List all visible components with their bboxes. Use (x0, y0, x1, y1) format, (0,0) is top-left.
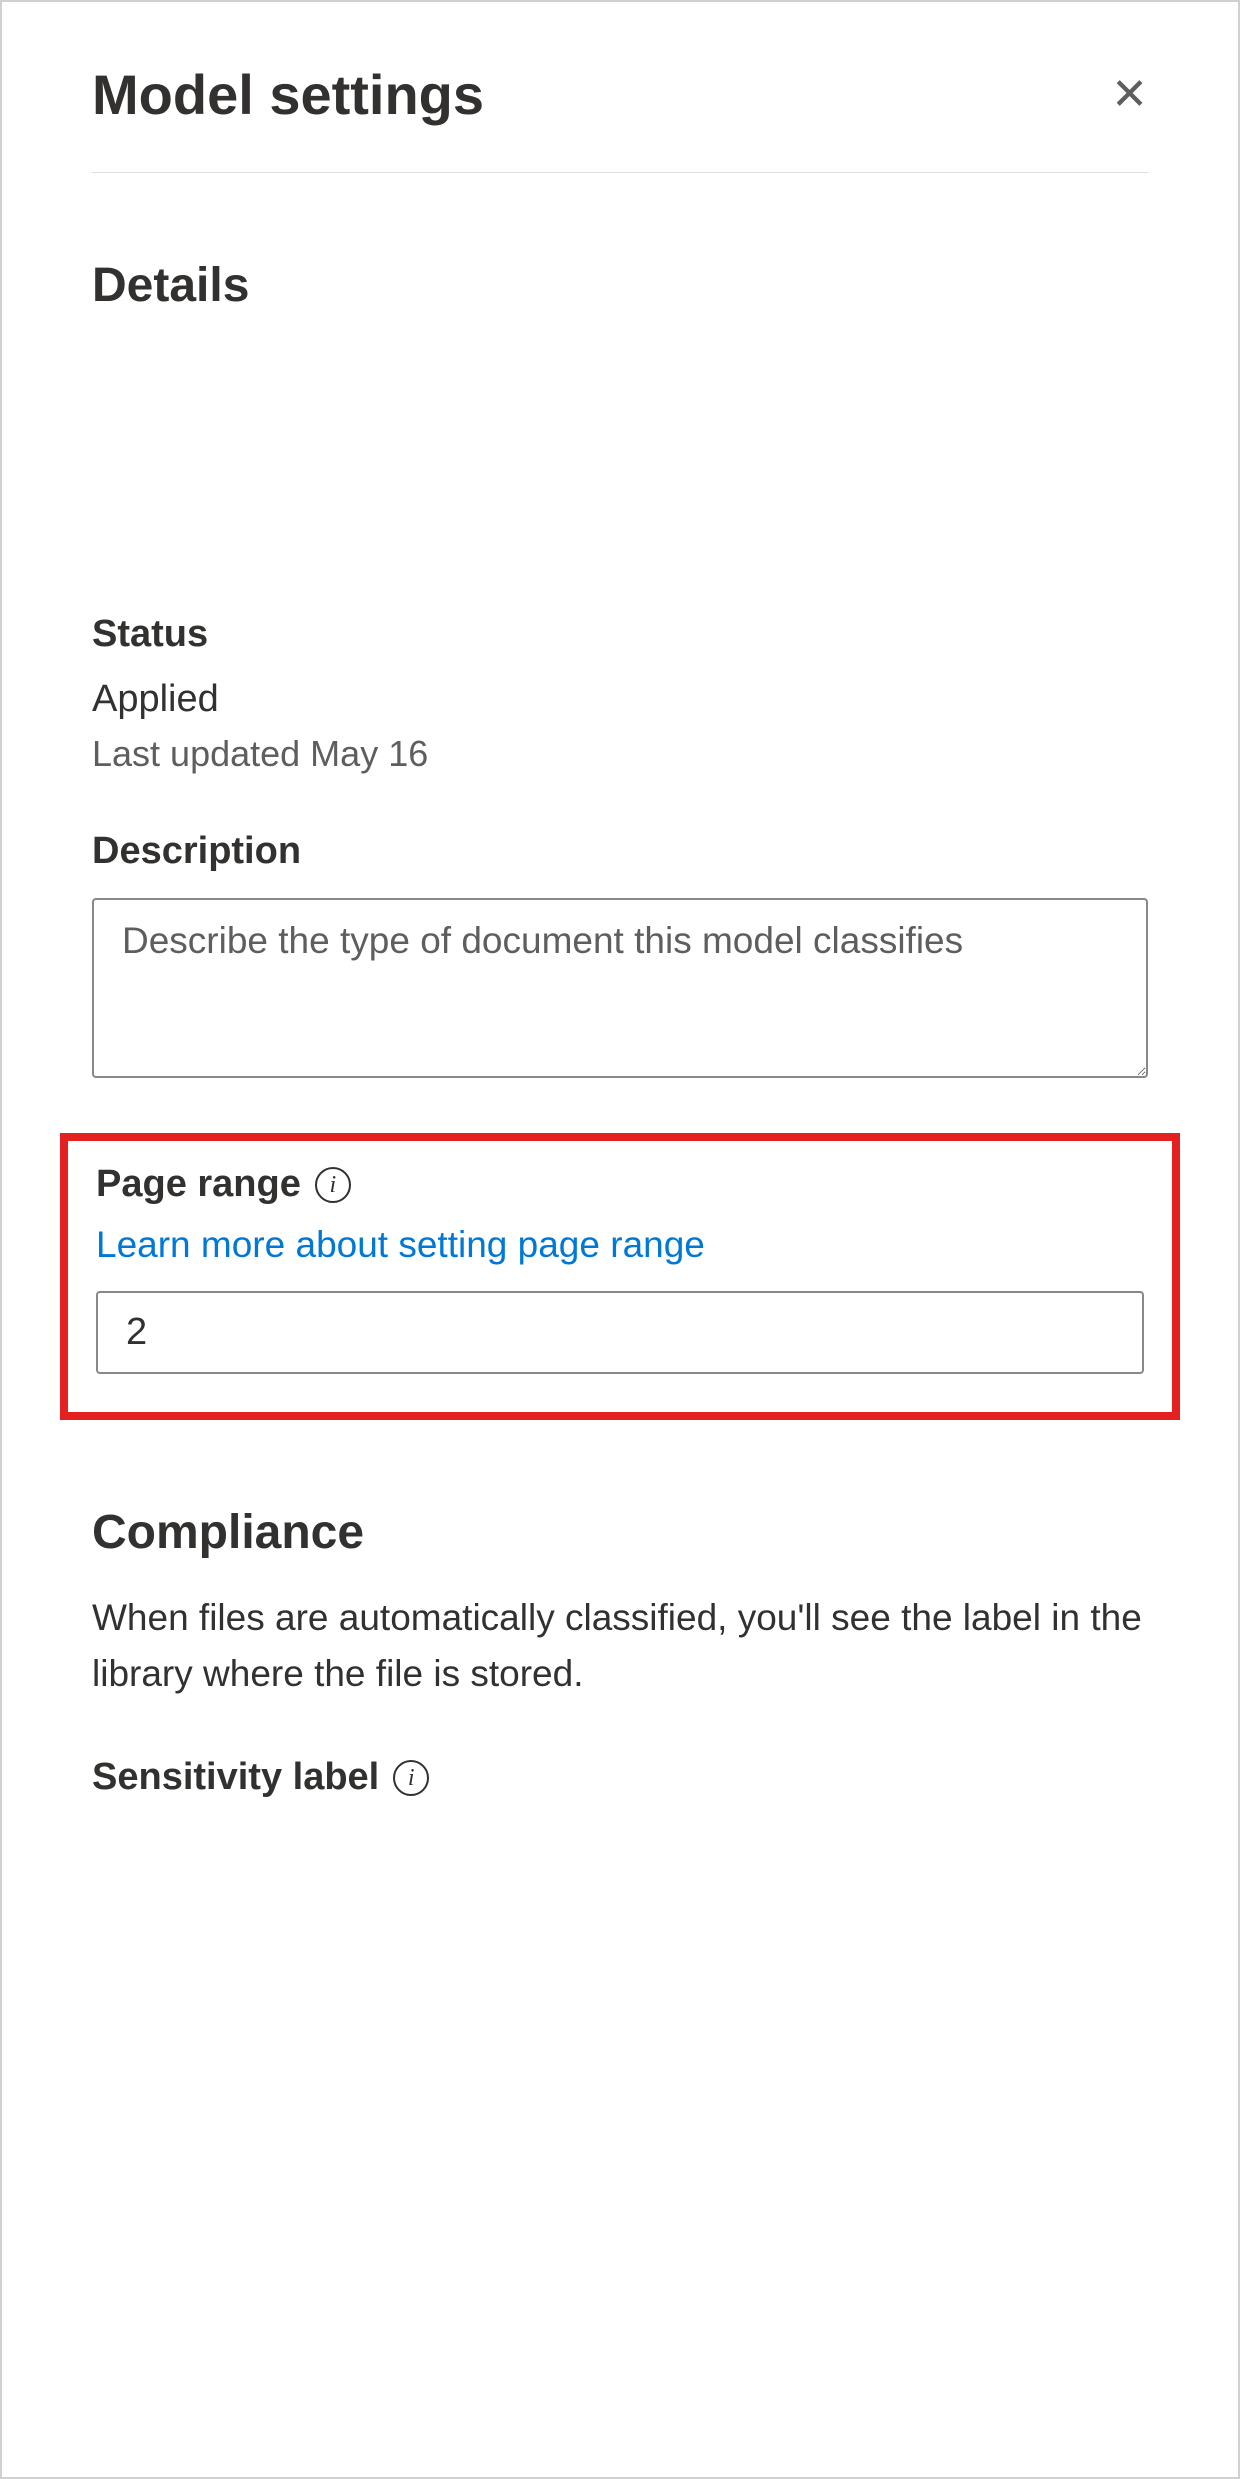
status-label: Status (92, 613, 1148, 656)
info-icon[interactable]: i (393, 1760, 429, 1796)
page-range-input[interactable] (96, 1291, 1144, 1374)
panel-title: Model settings (92, 62, 484, 127)
description-group: Description (92, 830, 1148, 1083)
status-group: Status Applied Last updated May 16 (92, 613, 1148, 775)
sensitivity-label-row: Sensitivity label i (92, 1756, 1148, 1799)
page-range-label-row: Page range i (96, 1163, 1144, 1206)
close-icon[interactable]: ✕ (1111, 73, 1148, 117)
sensitivity-label: Sensitivity label (92, 1756, 379, 1799)
compliance-description: When files are automatically classified,… (92, 1590, 1148, 1701)
sensitivity-group: Sensitivity label i (92, 1756, 1148, 1799)
page-range-label: Page range (96, 1163, 301, 1206)
status-sub: Last updated May 16 (92, 733, 1148, 775)
page-range-highlight: Page range i Learn more about setting pa… (60, 1133, 1180, 1420)
status-value: Applied (92, 678, 1148, 721)
info-icon[interactable]: i (315, 1167, 351, 1203)
description-label: Description (92, 830, 1148, 873)
panel-header: Model settings ✕ (92, 62, 1148, 173)
description-textarea[interactable] (92, 898, 1148, 1078)
page-range-learn-more-link[interactable]: Learn more about setting page range (96, 1224, 705, 1266)
compliance-heading: Compliance (92, 1505, 1148, 1560)
details-heading: Details (92, 258, 1148, 313)
model-settings-panel: Model settings ✕ Details Status Applied … (2, 2, 1238, 1859)
